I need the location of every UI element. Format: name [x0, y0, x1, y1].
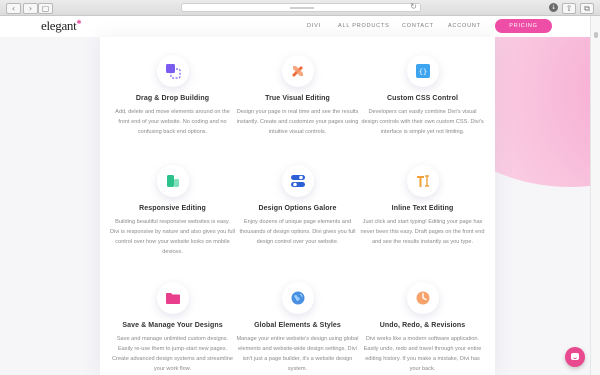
browser-toolbar: ‹ › ▢ ↻ ↓ ⇧ ⧉ [0, 0, 600, 16]
url-text-placeholder [290, 7, 314, 9]
feature-title: Undo, Redo, & Revisions [379, 322, 466, 329]
css-control-icon: {} [406, 55, 439, 87]
history-nav: ‹ › [6, 3, 38, 14]
design-options-icon [281, 165, 314, 197]
sidebar-toggle-icon[interactable]: ▢ [38, 3, 53, 14]
feature-description: Building beautiful responsive websites i… [110, 219, 235, 255]
logo-text: elegant [41, 18, 77, 33]
feature-description: Add, delete and move elements around on … [115, 109, 230, 135]
nav-item-contact[interactable]: CONTACT [402, 23, 434, 29]
feature-visual-editing: True Visual Editing Design your page in … [235, 55, 360, 137]
feature-description: Divi works like a modern software applic… [363, 336, 482, 372]
feature-description: Design your page in real time and see th… [236, 109, 359, 135]
logo-star-icon: ✱ [76, 20, 82, 26]
responsive-editing-icon [156, 165, 189, 197]
feature-inline-text: Inline Text Editing Just click and start… [360, 165, 485, 247]
chat-icon [571, 353, 579, 360]
logo[interactable]: elegant✱ [41, 18, 81, 34]
tabs-icon[interactable]: ⧉ [580, 3, 594, 14]
feature-title: True Visual Editing [265, 95, 330, 102]
visual-editing-icon [281, 55, 314, 87]
downloads-icon[interactable]: ↓ [549, 3, 558, 12]
reload-icon[interactable]: ↻ [410, 2, 417, 11]
feature-title: Responsive Editing [139, 205, 206, 212]
feature-title: Drag & Drop Building [135, 95, 210, 102]
feature-global-elements: Global Elements & Styles Manage your ent… [235, 282, 360, 374]
pricing-button[interactable]: PRICING [495, 19, 552, 33]
feature-description: Developers can easily combine Divi's vis… [361, 109, 484, 135]
nav-item-divi[interactable]: DIVI [307, 23, 321, 29]
scrollbar-thumb[interactable] [594, 32, 598, 38]
inline-text-icon [406, 165, 439, 197]
nav-item-all-products[interactable]: ALL PRODUCTS [338, 23, 390, 29]
feature-title: Inline Text Editing [391, 205, 454, 212]
feature-drag-drop: Drag & Drop Building Add, delete and mov… [110, 55, 235, 137]
nav-item-account[interactable]: ACCOUNT [448, 23, 481, 29]
feature-title: Save & Manage Your Designs [122, 322, 223, 329]
site-header: elegant✱ DIVI ALL PRODUCTS CONTACT ACCOU… [0, 16, 590, 37]
feature-title: Global Elements & Styles [254, 322, 341, 329]
page-scrollbar[interactable] [590, 16, 600, 375]
feature-description: Just click and start typing! Editing you… [360, 219, 485, 245]
undo-redo-icon [406, 282, 439, 314]
svg-text:{}: {} [418, 68, 426, 76]
feature-title: Design Options Galore [258, 205, 337, 212]
feature-description: Save and manage unlimited custom designs… [112, 336, 233, 372]
address-bar[interactable]: ↻ [181, 2, 421, 12]
feature-description: Enjoy dozens of unique page elements and… [239, 219, 356, 245]
drag-drop-icon [156, 55, 189, 87]
chat-button[interactable] [565, 347, 585, 367]
feature-responsive-editing: Responsive Editing Building beautiful re… [110, 165, 235, 257]
browser-actions: ↓ ⇧ ⧉ [549, 3, 594, 14]
feature-description: Manage your entire website's design usin… [236, 336, 359, 372]
global-elements-icon [281, 282, 314, 314]
feature-design-options: Design Options Galore Enjoy dozens of un… [235, 165, 360, 247]
back-icon[interactable]: ‹ [6, 3, 21, 14]
feature-title: Custom CSS Control [386, 95, 459, 102]
feature-custom-css: {} Custom CSS Control Developers can eas… [360, 55, 485, 137]
save-manage-icon [156, 282, 189, 314]
features-card: Drag & Drop Building Add, delete and mov… [100, 37, 495, 375]
feature-undo-redo: Undo, Redo, & Revisions Divi works like … [360, 282, 485, 374]
share-icon[interactable]: ⇧ [562, 3, 576, 14]
forward-icon[interactable]: › [23, 3, 38, 14]
feature-save-manage: Save & Manage Your Designs Save and mana… [110, 282, 235, 374]
